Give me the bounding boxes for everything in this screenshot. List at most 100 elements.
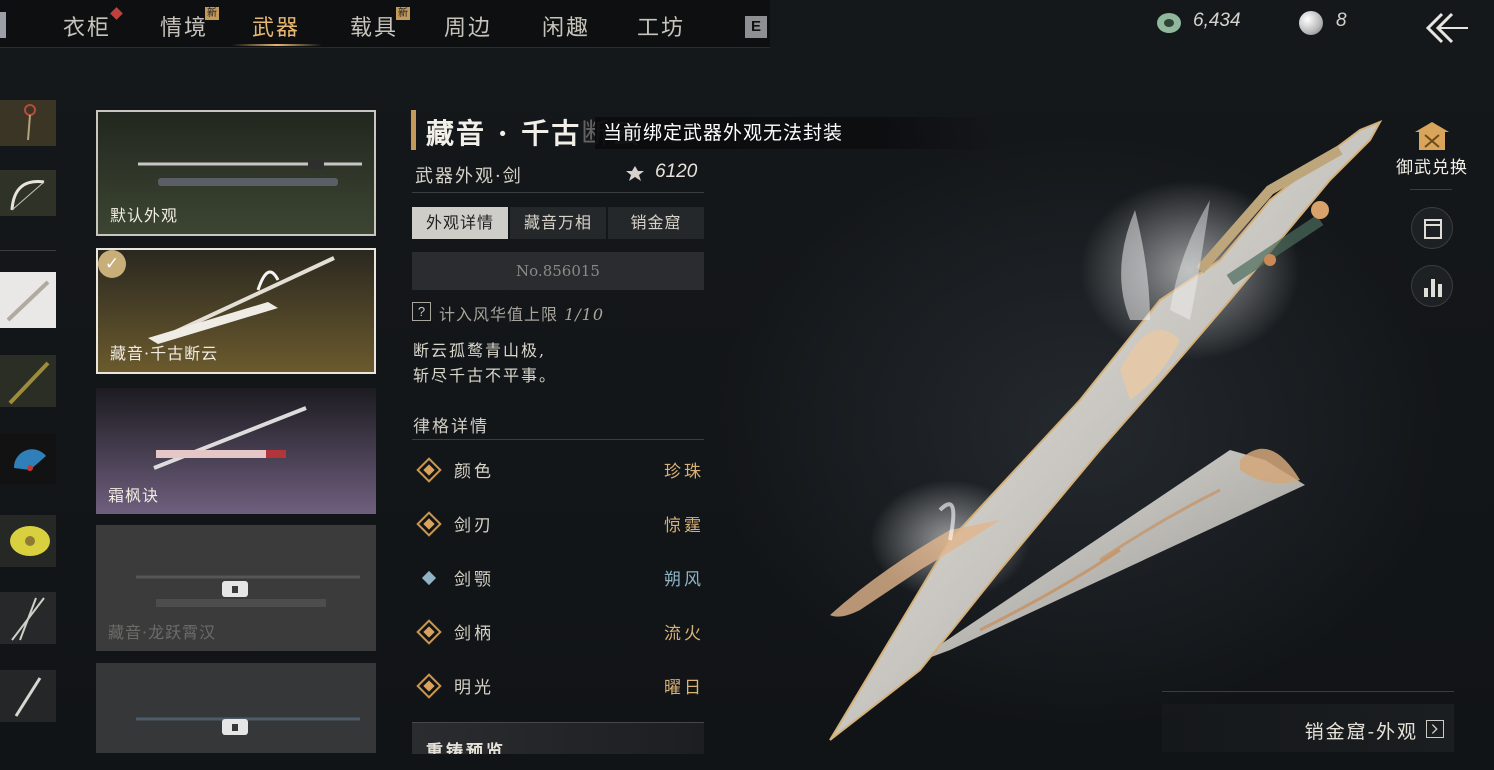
stats-button[interactable] [1411, 265, 1453, 307]
weapon-card-selected[interactable]: ✓ 藏音·千古断云 [96, 248, 376, 374]
subtab-cangyin-wanxiang[interactable]: 藏音万相 [510, 207, 606, 239]
help-icon[interactable]: ? [412, 302, 431, 321]
weapon-card-label: 默认外观 [110, 206, 179, 225]
active-tab-underline [232, 44, 322, 46]
yellow-umbrella-icon [10, 526, 50, 556]
dagger-icon [14, 677, 42, 717]
category-thumb[interactable] [0, 355, 56, 407]
category-thumb[interactable] [0, 272, 56, 328]
gold-diamond-icon [416, 511, 442, 537]
category-thumb[interactable] [0, 592, 56, 644]
attribute-name: 剑刃 [454, 516, 494, 536]
weapon-card-label: 藏音·千古断云 [110, 344, 219, 363]
weapon-card-locked[interactable] [96, 663, 376, 753]
attribute-value: 曜日 [664, 678, 704, 698]
attribute-row[interactable]: 颜色 珍珠 [412, 453, 704, 487]
divider [0, 250, 56, 251]
bind-warning-toast: 当前绑定武器外观无法封装 [595, 117, 1000, 149]
attribute-name: 颜色 [454, 462, 494, 482]
attribute-name: 明光 [454, 678, 494, 698]
new-badge: 新 [396, 7, 410, 20]
pearl-amount: 8 [1336, 10, 1347, 31]
jade-amount: 6,434 [1193, 10, 1241, 31]
detail-subtabs: 外观详情 藏音万相 销金窟 [412, 207, 704, 239]
exchange-label[interactable]: 御武兑换 [1396, 153, 1468, 178]
category-thumb[interactable] [0, 434, 56, 484]
section-title: 律格详情 [413, 417, 489, 437]
fenghua-limit: 计入风华值上限 1/10 [439, 305, 605, 324]
attribute-row[interactable]: 剑颚 朔风 [412, 561, 704, 595]
recast-preview[interactable]: 重铸预览 [412, 722, 704, 754]
tab-workshop[interactable]: 工坊 [637, 10, 685, 42]
weapon-card-label: 藏音·龙跃霄汉 [108, 623, 217, 642]
attribute-name: 剑柄 [454, 624, 494, 644]
top-nav: 衣柜 情境 新 武器 载具 新 周边 闲趣 工坊 E [0, 0, 770, 48]
attribute-value: 惊霆 [664, 516, 704, 536]
notification-dot-icon [110, 7, 123, 20]
new-badge: 新 [205, 7, 219, 20]
xiaojinku-appearance-label: 销金窟-外观 [1304, 721, 1418, 743]
weapon-model-preview[interactable] [800, 70, 1494, 760]
tab-merch[interactable]: 周边 [444, 10, 492, 42]
white-blade-icon [6, 280, 50, 322]
blue-diamond-icon [421, 570, 437, 586]
divider [1162, 691, 1454, 692]
attribute-row[interactable]: 明光 曜日 [412, 669, 704, 703]
pearl-currency-icon [1299, 11, 1323, 35]
xiaojinku-appearance-button[interactable]: 销金窟-外观 [1162, 704, 1454, 752]
weapon-card-default[interactable]: 默认外观 [96, 110, 376, 236]
equipped-check-icon: ✓ [98, 250, 126, 278]
divider [1410, 189, 1452, 190]
divider [412, 192, 704, 193]
jade-currency-icon [1157, 13, 1181, 33]
gold-diamond-icon [416, 673, 442, 699]
subtab-xiaojinku[interactable]: 销金窟 [608, 207, 704, 239]
gold-diamond-icon [416, 457, 442, 483]
subtab-appearance-detail[interactable]: 外观详情 [412, 207, 508, 239]
tab-vehicle[interactable]: 载具 [350, 10, 398, 42]
tab-weapon[interactable]: 武器 [252, 10, 300, 42]
divider [412, 439, 704, 440]
category-thumb[interactable] [0, 515, 56, 567]
category-thumb[interactable] [0, 670, 56, 722]
tab-scene[interactable]: 情境 [160, 10, 208, 42]
title-accent-bar [411, 110, 416, 150]
weapon-card-label: 霜枫诀 [108, 486, 160, 505]
tassel-icon [24, 104, 36, 141]
exchange-shop-icon[interactable] [1413, 120, 1451, 154]
golden-sword-icon [8, 361, 50, 405]
attribute-value: 珍珠 [664, 462, 704, 482]
fenghua-score: 6120 [655, 161, 698, 182]
serial-number: No.856015 [412, 252, 704, 290]
tab-wardrobe[interactable]: 衣柜 [63, 10, 111, 42]
category-thumb[interactable] [0, 100, 56, 146]
next-tab-hotkey[interactable]: E [745, 16, 767, 38]
category-thumb[interactable] [0, 170, 56, 216]
locked-weapon-image [136, 717, 360, 721]
lock-icon [222, 719, 248, 735]
twin-blades-icon [11, 597, 45, 641]
gold-diamond-icon [416, 619, 442, 645]
lock-icon [222, 581, 248, 597]
weapon-card-locked[interactable]: 藏音·龙跃霄汉 [96, 525, 376, 651]
bar-chart-icon [1424, 279, 1442, 297]
poem-line-1: 断云孤鹜青山极, [413, 341, 547, 360]
attribute-name: 剑颚 [454, 570, 494, 590]
recast-preview-label: 重铸预览 [426, 742, 506, 754]
weapon-type: 武器外观·剑 [415, 166, 523, 187]
attribute-row[interactable]: 剑刃 惊霆 [412, 507, 704, 541]
poem-line-2: 斩尽千古不平事。 [413, 366, 558, 385]
blue-fan-icon [13, 449, 46, 471]
weapon-poem: 断云孤鹜青山极, 斩尽千古不平事。 [413, 338, 557, 388]
external-arrow-icon [1426, 720, 1444, 738]
tab-leisure[interactable]: 闲趣 [542, 10, 590, 42]
weapon-card-shuangfeng[interactable]: 霜枫诀 [96, 388, 376, 514]
bow-icon [10, 180, 45, 211]
attribute-value: 流火 [664, 624, 704, 644]
attribute-value: 朔风 [664, 570, 704, 590]
back-arrow-icon[interactable] [1420, 8, 1472, 48]
fenghua-score-icon [626, 166, 644, 181]
nav-edge-marker [0, 12, 6, 38]
wardrobe-button[interactable] [1411, 207, 1453, 249]
attribute-row[interactable]: 剑柄 流火 [412, 615, 704, 649]
